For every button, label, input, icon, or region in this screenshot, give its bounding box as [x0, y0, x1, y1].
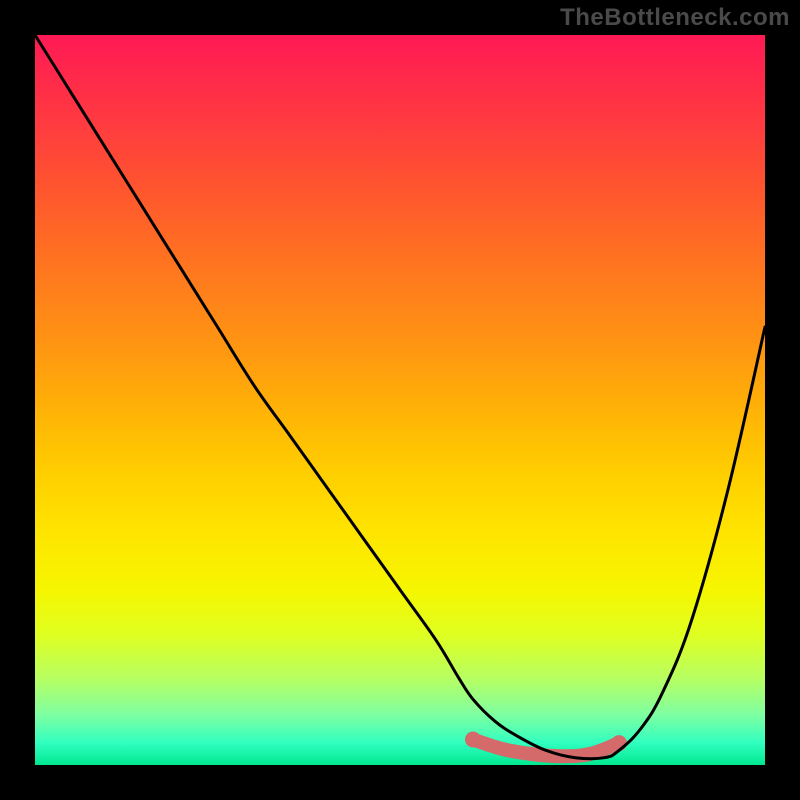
chart-frame: TheBottleneck.com [0, 0, 800, 800]
plot-area [35, 35, 765, 765]
optimal-zone-highlight [473, 740, 619, 757]
bottleneck-curve [35, 35, 765, 759]
optimal-zone-start-dot [465, 732, 481, 748]
chart-svg [35, 35, 765, 765]
watermark-text: TheBottleneck.com [560, 4, 790, 32]
